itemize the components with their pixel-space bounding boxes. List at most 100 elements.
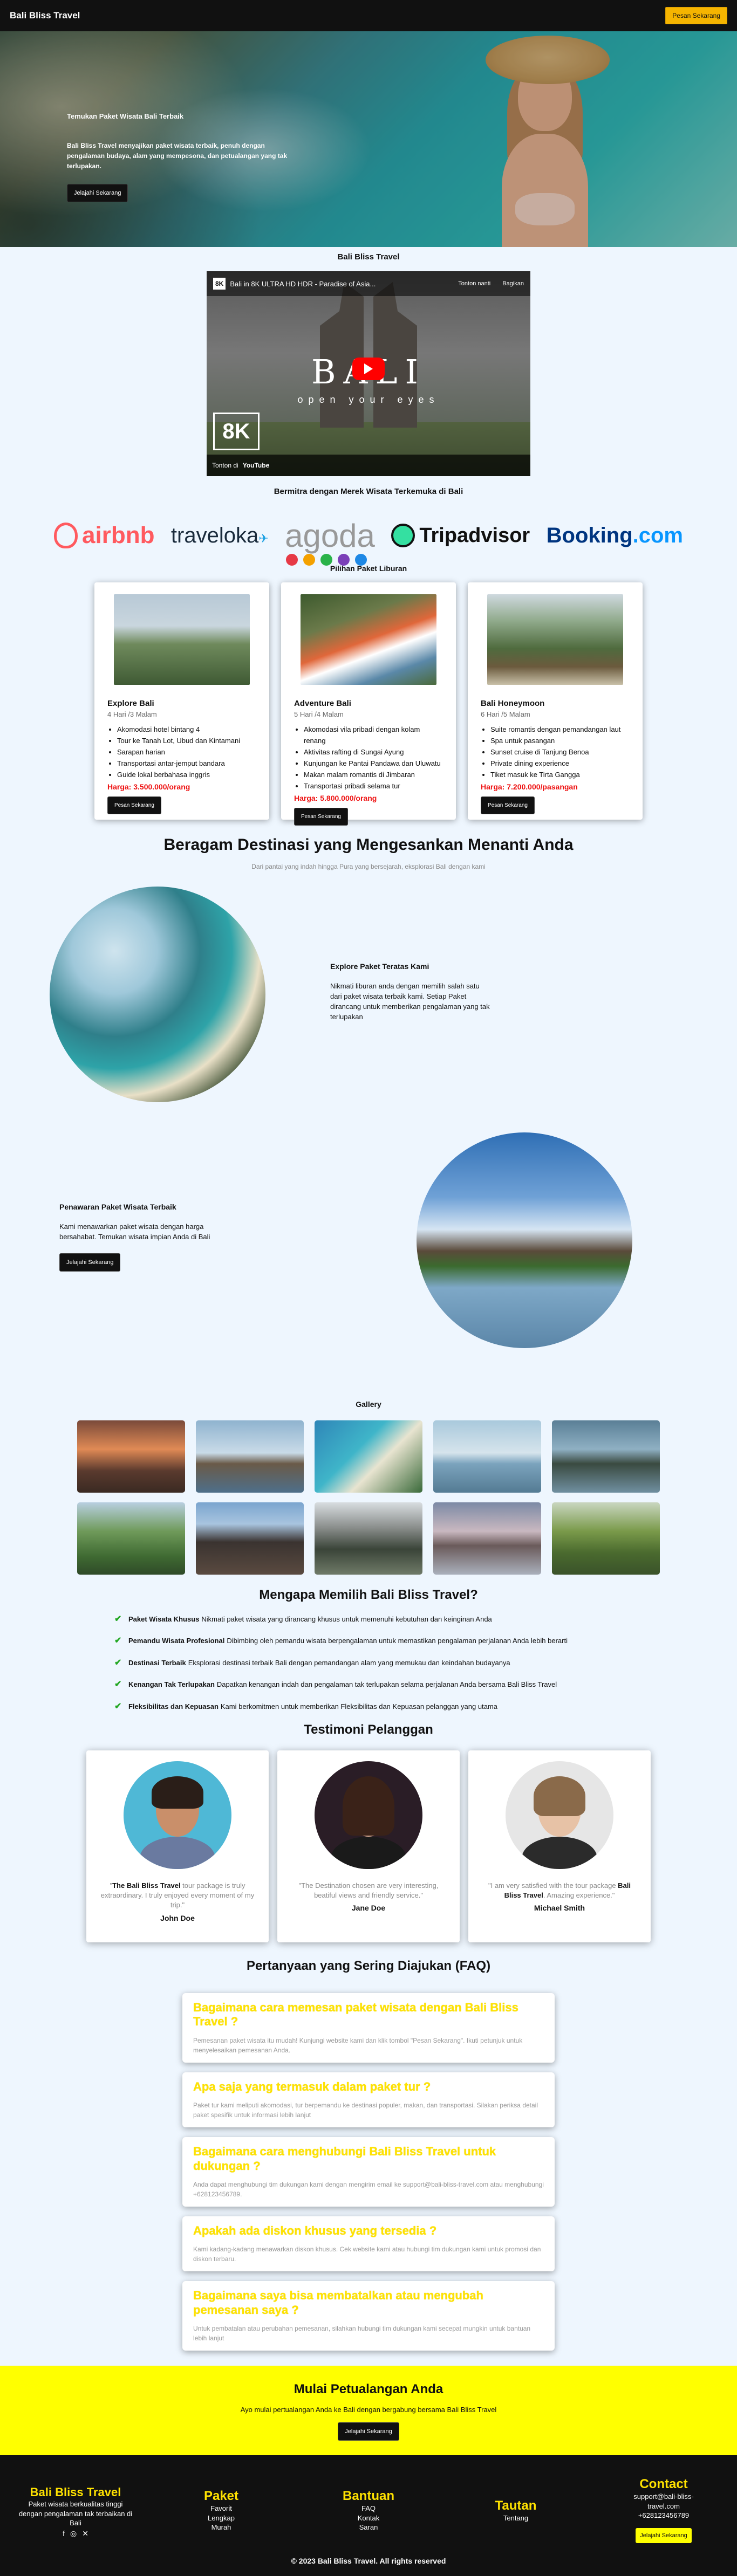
hero-banner: Temukan Paket Wisata Bali Terbaik Bali B… — [0, 31, 737, 247]
partners-title: Bermitra dengan Merek Wisata Terkemuka d… — [274, 487, 463, 496]
gallery-image[interactable] — [77, 1502, 185, 1575]
social-links: f ◎ ✕ — [16, 2529, 135, 2538]
instagram-icon[interactable]: ◎ — [70, 2529, 77, 2538]
footer-link[interactable]: Lengkap — [178, 2513, 264, 2523]
footer-link[interactable]: FAQ — [325, 2504, 412, 2513]
why-text: Dapatkan kenangan indah dan pengalaman t… — [216, 1680, 557, 1689]
owl-icon — [391, 524, 415, 547]
gallery-image[interactable] — [552, 1420, 660, 1493]
share-button[interactable]: Bagikan — [502, 280, 524, 287]
feature-block-2: Penawaran Paket Wisata Terbaik Kami mena… — [0, 1132, 737, 1348]
temple-circle-image — [417, 1132, 632, 1348]
why-label: Kenangan Tak Terlupakan — [128, 1680, 215, 1689]
faq-item[interactable]: Bagaimana cara memesan paket wisata deng… — [182, 1993, 555, 2063]
why-item: ✔ Paket Wisata Khusus Nikmati paket wisata… — [114, 1613, 737, 1625]
testimonial-quote: "The Bali Bliss Travel tour package is t… — [100, 1881, 255, 1909]
package-order-button[interactable]: Pesan Sekarang — [107, 796, 161, 815]
footer-link[interactable]: Murah — [178, 2523, 264, 2532]
why-item: ✔ Fleksibilitas dan Kepuasan Kami berkomit… — [114, 1701, 737, 1713]
feature-item: Akomodasi vila pribadi dengan kolam rena… — [304, 724, 443, 746]
why-list: ✔ Paket Wisata Khusus Nikmati paket wisata… — [114, 1613, 737, 1713]
feature-item: Transportasi antar-jemput bandara — [117, 758, 256, 769]
cta-explore-button[interactable]: Jelajahi Sekarang — [338, 2422, 399, 2441]
gallery-image[interactable] — [196, 1420, 304, 1493]
order-now-button[interactable]: Pesan Sekarang — [665, 7, 727, 24]
why-item: ✔ Destinasi Terbaik Eksplorasi destinasi t… — [114, 1657, 737, 1669]
gallery-image[interactable] — [433, 1502, 541, 1575]
faq-item[interactable]: Apakah ada diskon khusus yang tersedia ?… — [182, 2216, 555, 2272]
video-section-title: Bali Bliss Travel — [337, 252, 400, 262]
footer-link[interactable]: Tentang — [473, 2513, 559, 2523]
footer-link[interactable]: Favorit — [178, 2504, 264, 2513]
watch-later-button[interactable]: Tonton nanti — [458, 280, 490, 287]
faq-answer: Paket tur kami meliputi akomodasi, tur b… — [193, 2101, 538, 2119]
feature-item: Akomodasi hotel bintang 4 — [117, 724, 256, 735]
package-order-button[interactable]: Pesan Sekarang — [294, 808, 348, 826]
feature-heading: Penawaran Paket Wisata Terbaik — [59, 1203, 176, 1211]
youtube-logo[interactable]: YouTube — [243, 462, 270, 469]
footer-link[interactable]: Kontak — [325, 2513, 412, 2523]
video-title[interactable]: Bali in 8K ULTRA HD HDR - Paradise of As… — [230, 280, 446, 288]
package-duration: 6 Hari /5 Malam — [481, 710, 530, 718]
footer-contact: Contact support@bali-bliss-travel.com +6… — [620, 2477, 707, 2543]
check-icon: ✔ — [114, 1701, 122, 1711]
cta-text: Ayo mulai pertualangan Anda ke Bali deng… — [240, 2406, 497, 2414]
testimonial-quote: "I am very satisfied with the tour packa… — [488, 1881, 631, 1900]
package-name: Adventure Bali — [294, 699, 351, 708]
feature-block-1: Explore Paket Teratas Kami Nikmati libur… — [0, 887, 737, 1102]
brand-logo[interactable]: Bali Bliss Travel — [10, 10, 80, 21]
footer-link[interactable]: Saran — [325, 2523, 412, 2532]
package-order-button[interactable]: Pesan Sekarang — [481, 796, 535, 815]
gallery-image[interactable] — [552, 1502, 660, 1575]
footer-email[interactable]: support@bali-bliss-travel.com — [620, 2492, 707, 2511]
tripadvisor-logo: Tripadvisor — [391, 524, 530, 547]
why-label: Pemandu Wisata Profesional — [128, 1637, 225, 1645]
hero-explore-button[interactable]: Jelajahi Sekarang — [67, 183, 128, 202]
check-icon: ✔ — [114, 1680, 122, 1689]
gallery-image[interactable] — [315, 1502, 422, 1575]
faq-question[interactable]: Bagaimana cara memesan paket wisata deng… — [193, 2001, 544, 2029]
footer-phone[interactable]: +628123456789 — [620, 2511, 707, 2520]
bird-icon: ✈ — [258, 531, 269, 545]
footer-contact-title: Contact — [639, 2477, 688, 2492]
why-text: Kami berkomitmen untuk memberikan Fleksi… — [220, 1702, 497, 1711]
gallery-image[interactable] — [196, 1502, 304, 1575]
feature-item: Tour ke Tanah Lot, Ubud dan Kintamani — [117, 735, 256, 746]
feature-item: Private dining experience — [490, 758, 630, 769]
faq-question[interactable]: Apa saja yang termasuk dalam paket tur ? — [193, 2080, 544, 2094]
footer-paket: Paket Favorit Lengkap Murah — [178, 2489, 264, 2532]
video-subtitle: open your eyes — [297, 394, 440, 405]
partner-logos: airbnb traveloka✈ agoda Tripadvisor Book… — [54, 511, 683, 566]
faq-item[interactable]: Apa saja yang termasuk dalam paket tur ?… — [182, 2072, 555, 2128]
facebook-icon[interactable]: f — [63, 2529, 65, 2538]
youtube-video-embed[interactable]: BALI open your eyes 8K 8K Bali in 8K ULT… — [207, 271, 530, 476]
package-image — [301, 594, 436, 685]
footer-explore-button[interactable]: Jelajahi Sekarang — [636, 2527, 692, 2543]
gallery-image[interactable] — [77, 1420, 185, 1493]
play-icon[interactable] — [352, 358, 385, 380]
faq-question[interactable]: Apakah ada diskon khusus yang tersedia ? — [193, 2224, 544, 2238]
x-icon[interactable]: ✕ — [82, 2529, 88, 2538]
package-card: Bali Honeymoon 6 Hari /5 Malam Suite rom… — [468, 582, 643, 820]
faq-item[interactable]: Bagaimana saya bisa membatalkan atau men… — [182, 2281, 555, 2351]
watch-on-label[interactable]: Tonton di — [212, 462, 238, 469]
check-icon: ✔ — [114, 1615, 122, 1624]
feature-explore-button[interactable]: Jelajahi Sekarang — [59, 1253, 121, 1272]
gallery-image[interactable] — [433, 1420, 541, 1493]
faq-question[interactable]: Bagaimana saya bisa membatalkan atau men… — [193, 2289, 544, 2317]
feature-text: Nikmati liburan anda dengan memilih sala… — [330, 982, 490, 1021]
gallery-image[interactable] — [315, 1420, 422, 1493]
agoda-logo: agoda — [285, 517, 375, 566]
video-bottombar: Tonton di YouTube — [207, 455, 530, 476]
faq-question[interactable]: Bagaimana cara menghubungi Bali Bliss Tr… — [193, 2145, 544, 2173]
package-features: Suite romantis dengan pemandangan laut S… — [490, 724, 630, 780]
feature-item: Sarapan harian — [117, 746, 256, 758]
testimonial-author: John Doe — [160, 1913, 195, 1922]
channel-avatar[interactable]: 8K — [213, 278, 226, 290]
footer-bantuan: Bantuan FAQ Kontak Saran — [325, 2489, 412, 2532]
booking-logo: Booking.com — [546, 523, 683, 547]
package-duration: 5 Hari /4 Malam — [294, 710, 344, 718]
hero-content: Temukan Paket Wisata Bali Terbaik Bali B… — [67, 112, 304, 202]
package-price: Harga: 3.500.000/orang — [107, 782, 190, 792]
faq-item[interactable]: Bagaimana cara menghubungi Bali Bliss Tr… — [182, 2137, 555, 2207]
